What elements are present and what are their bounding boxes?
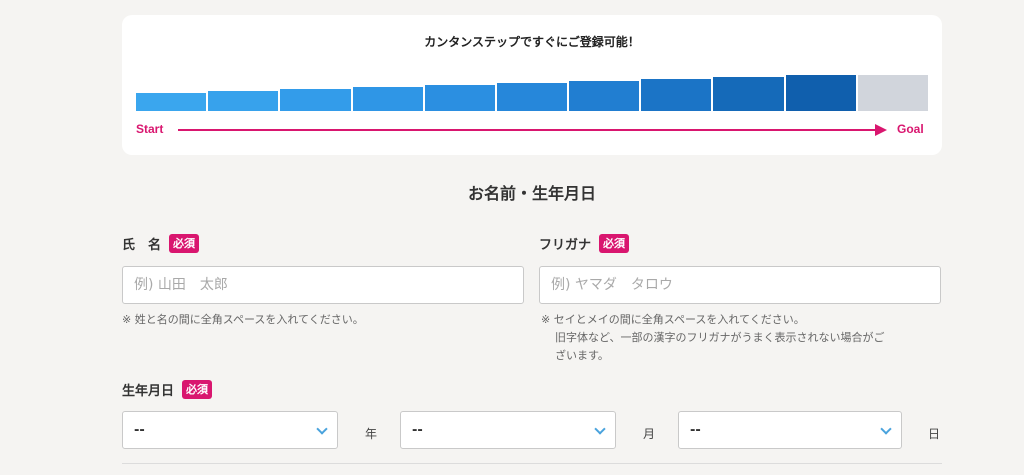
- furigana-note-line2: 旧字体など、一部の漢字のフリガナがうまく表示されない場合がご: [555, 331, 885, 344]
- name-label-text: 氏 名: [122, 238, 162, 253]
- progress-step-completed: [208, 91, 279, 111]
- furigana-input[interactable]: [539, 266, 941, 304]
- required-badge: 必須: [599, 234, 630, 253]
- birth-year-value: --: [134, 422, 145, 438]
- progress-step-completed: [352, 87, 423, 111]
- chevron-down-icon: [316, 423, 328, 435]
- furigana-label-text: フリガナ: [539, 238, 592, 253]
- birth-day-value: --: [690, 422, 701, 438]
- name-note: ※ 姓と名の間に全角スペースを入れてください。: [122, 313, 364, 326]
- furigana-note-line1: ※ セイとメイの間に全角スペースを入れてください。: [541, 313, 805, 326]
- progress-step-completed: [785, 75, 856, 111]
- birthdate-field-label: 生年月日 必須: [122, 380, 213, 399]
- furigana-note-line3: ざいます。: [555, 349, 609, 362]
- name-input[interactable]: [122, 266, 524, 304]
- chevron-down-icon: [880, 423, 892, 435]
- progress-step-completed: [136, 93, 207, 111]
- name-field-label: 氏 名 必須: [122, 234, 200, 253]
- month-unit-label: 月: [643, 427, 656, 441]
- section-title: お名前・生年月日: [467, 184, 596, 203]
- required-badge: 必須: [182, 380, 213, 399]
- progress-card: カンタンステップですぐにご登録可能！ Start Goal: [122, 15, 942, 155]
- progress-step-completed: [713, 77, 784, 111]
- goal-label: Goal: [897, 122, 924, 136]
- required-badge: 必須: [169, 234, 200, 253]
- divider: [122, 463, 942, 464]
- chevron-down-icon: [594, 423, 606, 435]
- furigana-field-label: フリガナ 必須: [539, 234, 630, 253]
- birthdate-label-text: 生年月日: [122, 384, 175, 399]
- birth-month-value: --: [412, 422, 423, 438]
- birth-year-select[interactable]: --: [122, 411, 338, 449]
- progress-arrow-line: [178, 129, 878, 131]
- progress-step-completed: [641, 79, 712, 111]
- progress-step-completed: [424, 85, 495, 111]
- arrow-right-icon: [875, 124, 887, 136]
- day-unit-label: 日: [928, 427, 941, 441]
- birth-day-select[interactable]: --: [678, 411, 902, 449]
- progress-step-completed: [280, 89, 351, 111]
- progress-steps: [136, 73, 928, 111]
- progress-step-completed: [569, 81, 640, 111]
- birth-month-select[interactable]: --: [400, 411, 616, 449]
- year-unit-label: 年: [365, 427, 378, 441]
- progress-title: カンタンステップですぐにご登録可能！: [424, 35, 640, 49]
- start-label: Start: [136, 122, 164, 136]
- progress-step-remaining: [857, 75, 928, 111]
- progress-step-completed: [496, 83, 568, 111]
